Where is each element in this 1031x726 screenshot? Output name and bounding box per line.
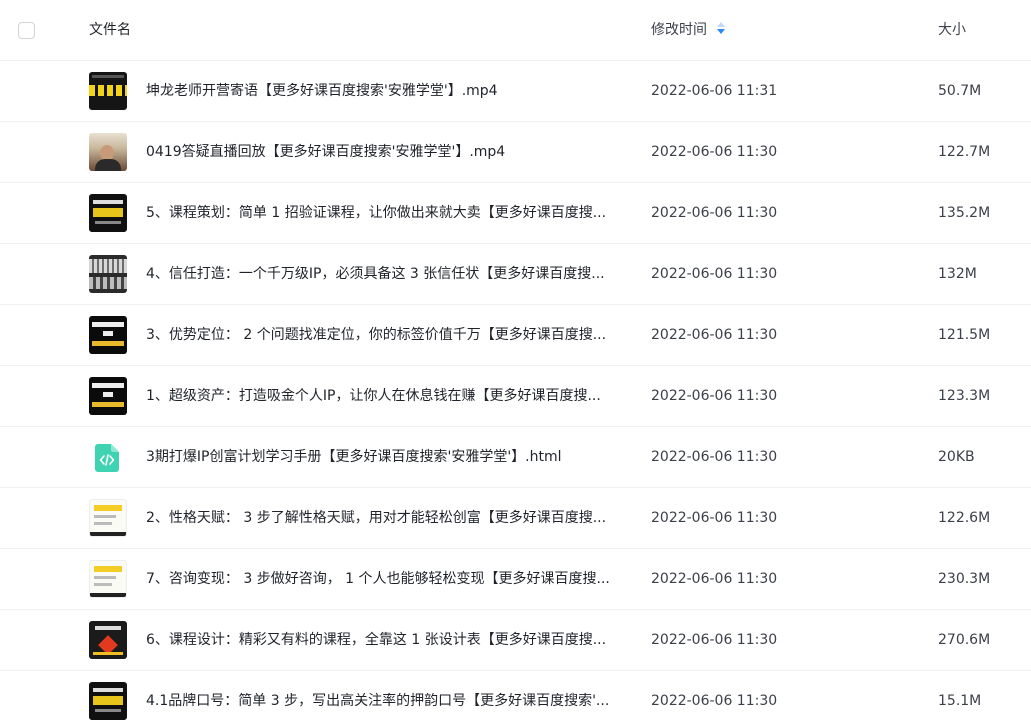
file-name[interactable]: 7、咨询变现： 3 步做好咨询， 1 个人也能够轻松变现【更多好课百度搜... [146, 549, 610, 609]
table-row[interactable]: 3期打爆IP创富计划学习手册【更多好课百度搜索'安雅学堂'】.html 2022-… [0, 427, 1031, 488]
table-row[interactable]: 7、咨询变现： 3 步做好咨询， 1 个人也能够轻松变现【更多好课百度搜... 2… [0, 549, 1031, 610]
file-name[interactable]: 0419答疑直播回放【更多好课百度搜索'安雅学堂'】.mp4 [146, 122, 505, 182]
file-name[interactable]: 1、超级资产：打造吸金个人IP，让你人在休息钱在赚【更多好课百度搜... [146, 366, 601, 426]
column-header-name[interactable]: 文件名 [89, 0, 131, 60]
file-name[interactable]: 5、课程策划：简单 1 招验证课程，让你做出来就大卖【更多好课百度搜... [146, 183, 606, 243]
file-size: 50.7M [938, 83, 982, 99]
file-size: 122.7M [938, 144, 991, 160]
sort-icon[interactable] [717, 21, 725, 36]
file-name[interactable]: 6、课程设计：精彩又有料的课程，全靠这 1 张设计表【更多好课百度搜... [146, 610, 606, 670]
column-header-time-label: 修改时间 [651, 22, 707, 38]
modified-time: 2022-06-06 11:30 [651, 632, 778, 648]
file-size: 15.1M [938, 693, 982, 709]
table-row[interactable]: 2、性格天赋： 3 步了解性格天赋，用对才能轻松创富【更多好课百度搜... 202… [0, 488, 1031, 549]
file-size: 132M [938, 266, 977, 282]
file-rows: 坤龙老师开营寄语【更多好课百度搜索'安雅学堂'】.mp4 2022-06-06 1… [0, 61, 1031, 726]
modified-time: 2022-06-06 11:30 [651, 327, 778, 343]
table-row[interactable]: 4.1品牌口号：简单 3 步，写出高关注率的押韵口号【更多好课百度搜索'... 2… [0, 671, 1031, 726]
modified-time: 2022-06-06 11:30 [651, 266, 778, 282]
file-name[interactable]: 4.1品牌口号：简单 3 步，写出高关注率的押韵口号【更多好课百度搜索'... [146, 671, 609, 726]
file-name[interactable]: 坤龙老师开营寄语【更多好课百度搜索'安雅学堂'】.mp4 [146, 61, 498, 121]
file-size: 230.3M [938, 571, 991, 587]
column-header-time[interactable]: 修改时间 [651, 0, 725, 60]
file-name[interactable]: 2、性格天赋： 3 步了解性格天赋，用对才能轻松创富【更多好课百度搜... [146, 488, 606, 548]
file-size: 122.6M [938, 510, 991, 526]
modified-time: 2022-06-06 11:30 [651, 144, 778, 160]
modified-time: 2022-06-06 11:30 [651, 449, 778, 465]
table-row[interactable]: 4、信任打造：一个千万级IP，必须具备这 3 张信任状【更多好课百度搜... 20… [0, 244, 1031, 305]
file-thumbnail [89, 377, 127, 415]
html-file-icon [95, 444, 119, 472]
file-name[interactable]: 4、信任打造：一个千万级IP，必须具备这 3 张信任状【更多好课百度搜... [146, 244, 605, 304]
file-name[interactable]: 3期打爆IP创富计划学习手册【更多好课百度搜索'安雅学堂'】.html [146, 427, 562, 487]
file-thumbnail [89, 682, 127, 720]
select-all-checkbox[interactable] [18, 22, 35, 39]
table-row[interactable]: 1、超级资产：打造吸金个人IP，让你人在休息钱在赚【更多好课百度搜... 2022… [0, 366, 1031, 427]
table-row[interactable]: 6、课程设计：精彩又有料的课程，全靠这 1 张设计表【更多好课百度搜... 202… [0, 610, 1031, 671]
table-row[interactable]: 3、优势定位： 2 个问题找准定位，你的标签价值千万【更多好课百度搜... 202… [0, 305, 1031, 366]
modified-time: 2022-06-06 11:30 [651, 571, 778, 587]
file-thumbnail [89, 560, 127, 598]
file-name[interactable]: 3、优势定位： 2 个问题找准定位，你的标签价值千万【更多好课百度搜... [146, 305, 606, 365]
file-size: 270.6M [938, 632, 991, 648]
modified-time: 2022-06-06 11:30 [651, 693, 778, 709]
file-list-table: 文件名 修改时间 大小 坤龙老师开营寄语【更多好课百度搜索'安雅学堂'】.mp4… [0, 0, 1031, 726]
file-size: 20KB [938, 449, 975, 465]
table-header: 文件名 修改时间 大小 [0, 0, 1031, 61]
modified-time: 2022-06-06 11:30 [651, 205, 778, 221]
column-header-size[interactable]: 大小 [938, 0, 966, 60]
modified-time: 2022-06-06 11:31 [651, 83, 778, 99]
file-thumbnail [89, 316, 127, 354]
file-thumbnail [89, 499, 127, 537]
file-thumbnail [89, 621, 127, 659]
file-size: 121.5M [938, 327, 991, 343]
table-row[interactable]: 5、课程策划：简单 1 招验证课程，让你做出来就大卖【更多好课百度搜... 202… [0, 183, 1031, 244]
file-size: 123.3M [938, 388, 991, 404]
file-thumbnail [89, 255, 127, 293]
table-row[interactable]: 坤龙老师开营寄语【更多好课百度搜索'安雅学堂'】.mp4 2022-06-06 1… [0, 61, 1031, 122]
file-thumbnail [89, 72, 127, 110]
file-thumbnail [89, 133, 127, 171]
table-row[interactable]: 0419答疑直播回放【更多好课百度搜索'安雅学堂'】.mp4 2022-06-06… [0, 122, 1031, 183]
modified-time: 2022-06-06 11:30 [651, 510, 778, 526]
file-size: 135.2M [938, 205, 991, 221]
file-thumbnail [89, 194, 127, 232]
modified-time: 2022-06-06 11:30 [651, 388, 778, 404]
